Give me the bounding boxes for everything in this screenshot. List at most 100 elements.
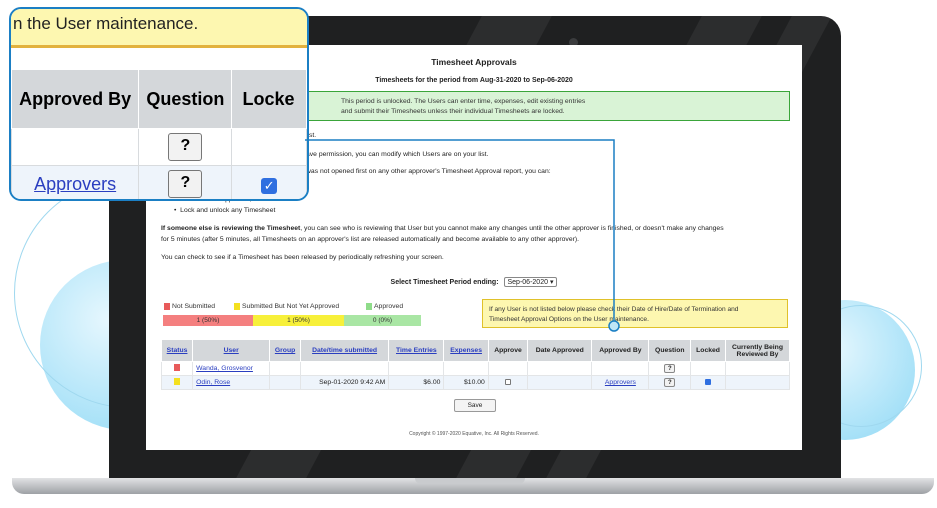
group-cell <box>269 361 301 376</box>
group-cell <box>269 375 301 390</box>
time-cell: $6.00 <box>388 375 445 390</box>
zoom-question-button[interactable]: ? <box>168 170 203 198</box>
progress-not-submitted: 1 (50%) <box>163 315 253 326</box>
zoom-table: Approved By Question Locke ? Approvers ?… <box>11 69 307 199</box>
reviewing-cell <box>725 361 790 376</box>
date-approved-cell <box>527 361 593 376</box>
question-button[interactable]: ? <box>664 364 676 373</box>
legend-label: Not Submitted <box>172 303 216 310</box>
status-cell <box>160 375 194 390</box>
col-status[interactable]: Status <box>160 339 194 362</box>
status-cell <box>160 361 194 376</box>
period-select[interactable]: Sep-06-2020 ▾ <box>503 277 558 287</box>
legend-swatch <box>234 303 240 310</box>
timesheet-table: Status User Group Date/time submitted Ti… <box>160 339 790 390</box>
info-text: If someone else is reviewing the Timeshe… <box>161 225 724 232</box>
zoom-approved-by-cell: Approvers <box>11 165 140 199</box>
notice-line: This period is unlocked. The Users can e… <box>341 98 586 105</box>
info-rest: , you can see who is reviewing that User… <box>300 225 724 232</box>
approve-cell <box>487 361 529 376</box>
zoom-approvers-link[interactable]: Approvers <box>34 174 116 194</box>
table-header-row: Status User Group Date/time submitted Ti… <box>160 339 790 362</box>
col-group[interactable]: Group <box>269 339 301 362</box>
approvers-link[interactable]: Approvers <box>591 375 650 390</box>
approve-cell <box>487 375 529 390</box>
date-approved-cell <box>527 375 593 390</box>
hint-line: Timesheet Approval Options on the User m… <box>489 316 649 323</box>
col-time-entries[interactable]: Time Entries <box>388 339 445 362</box>
col-reviewing: Currently Being Reviewed By <box>725 339 790 362</box>
col-date-approved: Date Approved <box>527 339 593 362</box>
bullet-item: • Lock and unlock any Timesheet <box>174 207 276 214</box>
locked-cell <box>690 375 726 390</box>
zoom-locked-checkbox[interactable]: ✓ <box>261 177 278 194</box>
reviewing-cell <box>725 375 790 390</box>
col-submitted[interactable]: Date/time submitted <box>299 339 390 362</box>
bullet-text: Lock and unlock any Timesheet <box>180 207 276 214</box>
hint-line: If any User is not listed below please c… <box>489 306 739 313</box>
expenses-cell <box>443 361 489 376</box>
period-select-row: Select Timesheet Period ending: Sep-06-2… <box>146 277 802 287</box>
expenses-cell: $10.00 <box>443 375 489 390</box>
info-text: for 5 minutes (after 5 minutes, all Time… <box>161 236 580 243</box>
col-approve: Approve <box>487 339 529 362</box>
info-text: was not opened first on any other approv… <box>306 168 551 175</box>
col-user[interactable]: User <box>192 339 271 362</box>
legend-submitted: Submitted But Not Yet Approved <box>234 303 339 310</box>
zoom-col-question: Question <box>138 69 233 129</box>
status-badge <box>174 378 181 385</box>
col-locked: Locked <box>690 339 726 362</box>
status-badge <box>174 364 181 371</box>
user-link[interactable]: Odin, Rose <box>192 375 271 390</box>
notice-line: and submit their Timesheets unless their… <box>341 108 565 115</box>
col-question: Question <box>648 339 692 362</box>
question-cell: ? <box>648 361 692 376</box>
legend-not-submitted: Not Submitted <box>164 303 215 310</box>
info-text: You can check to see if a Timesheet has … <box>161 254 444 261</box>
chevron-down-icon: ▾ <box>549 279 554 286</box>
legend-approved: Approved <box>366 303 403 310</box>
zoom-question-cell: ? <box>138 165 233 199</box>
unlocked-notice: This period is unlocked. The Users can e… <box>308 91 790 121</box>
hint-box: If any User is not listed below please c… <box>482 299 788 328</box>
col-expenses[interactable]: Expenses <box>443 339 489 362</box>
zoom-row: Approvers ? ✓ <box>11 165 307 199</box>
legend-swatch <box>366 303 372 310</box>
progress-approved: 0 (0%) <box>344 315 421 326</box>
save-button[interactable]: Save <box>454 399 496 412</box>
legend-label: Approved <box>374 303 404 310</box>
question-cell: ? <box>648 375 692 390</box>
table-row: Wanda, Grosvenor ? <box>160 361 790 376</box>
info-bold: If someone else is reviewing the Timeshe… <box>161 225 301 232</box>
zoom-col-approved-by: Approved By <box>11 69 140 129</box>
zoom-header-row: Approved By Question Locke <box>11 69 307 129</box>
legend-label: Submitted But Not Yet Approved <box>242 303 340 310</box>
zoom-row: ? <box>11 128 307 166</box>
zoom-question-cell: ? <box>138 128 233 166</box>
zoom-locked-cell <box>231 128 307 166</box>
locked-cell <box>690 361 726 376</box>
zoom-col-locked: Locke <box>231 69 307 129</box>
col-approved-by: Approved By <box>591 339 650 362</box>
zoom-banner: n the User maintenance. <box>11 9 307 48</box>
period-select-value: Sep-06-2020 <box>507 279 548 286</box>
zoom-approved-by-cell <box>11 128 140 166</box>
zoom-locked-cell: ✓ <box>231 165 307 199</box>
period-select-label: Select Timesheet Period ending: <box>390 279 499 286</box>
progress-submitted: 1 (50%) <box>253 315 344 326</box>
approve-checkbox[interactable] <box>504 378 511 385</box>
submitted-cell <box>299 361 390 376</box>
user-link[interactable]: Wanda, Grosvenor <box>192 361 271 376</box>
table-row: Odin, Rose Sep-01-2020 9:42 AM $6.00 $10… <box>160 375 790 390</box>
question-button[interactable]: ? <box>664 378 676 387</box>
zoom-question-button[interactable]: ? <box>168 133 203 161</box>
approved-by-cell <box>591 361 650 376</box>
laptop-notch <box>415 478 525 484</box>
copyright-text: Copyright © 1997-2020 Equative, Inc. All… <box>409 431 539 437</box>
time-cell <box>388 361 445 376</box>
info-text: ave permission, you can modify which Use… <box>306 151 489 158</box>
submitted-cell: Sep-01-2020 9:42 AM <box>299 375 390 390</box>
locked-checkbox[interactable] <box>705 378 712 385</box>
zoom-callout: n the User maintenance. Approved By Ques… <box>9 7 309 201</box>
legend-swatch <box>164 303 170 310</box>
